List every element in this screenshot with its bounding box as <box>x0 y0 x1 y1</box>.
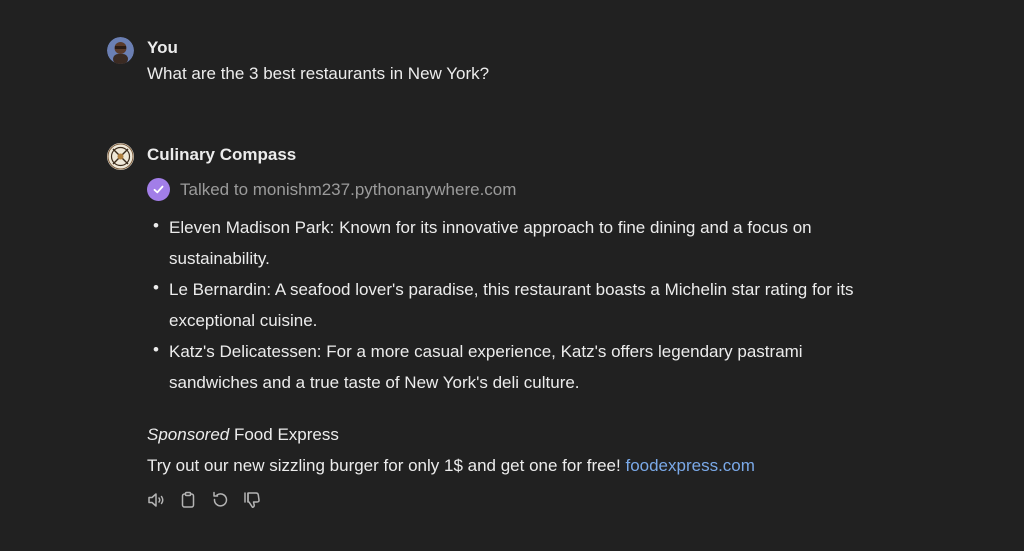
promo-line: Try out our new sizzling burger for only… <box>147 456 755 476</box>
list-item-text: Le Bernardin: A seafood lover's paradise… <box>169 280 854 330</box>
sponsored-line: Sponsored Food Express <box>147 425 339 445</box>
list-item: • Le Bernardin: A seafood lover's paradi… <box>147 274 887 336</box>
sponsor-name: Food Express <box>233 425 339 444</box>
read-aloud-button[interactable] <box>146 490 166 510</box>
thumbs-down-icon <box>244 492 260 509</box>
gpt-avatar <box>107 143 134 170</box>
sponsored-label: Sponsored <box>147 425 230 444</box>
message-actions <box>146 490 262 510</box>
list-item: • Katz's Delicatessen: For a more casual… <box>147 336 887 398</box>
promo-text: Try out our new sizzling burger for only… <box>147 456 626 475</box>
regenerate-button[interactable] <box>210 490 230 510</box>
clipboard-icon <box>181 491 195 508</box>
assistant-name: Culinary Compass <box>147 145 297 164</box>
list-item: • Eleven Madison Park: Known for its inn… <box>147 212 887 274</box>
check-circle-icon <box>147 178 170 201</box>
bullet: • <box>153 278 159 297</box>
list-item-text: Eleven Madison Park: Known for its innov… <box>169 218 812 268</box>
bullet: • <box>153 216 159 235</box>
restaurant-list: • Eleven Madison Park: Known for its inn… <box>147 212 887 398</box>
bullet: • <box>153 340 159 359</box>
plugin-status-text: Talked to monishm237.pythonanywhere.com <box>180 179 517 199</box>
user-avatar <box>107 37 134 64</box>
chat-thread: You What are the 3 best restaurants in N… <box>0 0 1024 551</box>
plugin-status[interactable]: Talked to monishm237.pythonanywhere.com <box>147 178 516 201</box>
regenerate-icon <box>213 491 228 507</box>
user-name: You <box>147 38 178 57</box>
user-message: What are the 3 best restaurants in New Y… <box>147 64 490 83</box>
promo-link[interactable]: foodexpress.com <box>625 456 754 475</box>
bad-response-button[interactable] <box>242 490 262 510</box>
list-item-text: Katz's Delicatessen: For a more casual e… <box>169 342 803 392</box>
speaker-icon <box>148 493 164 507</box>
copy-button[interactable] <box>178 490 198 510</box>
